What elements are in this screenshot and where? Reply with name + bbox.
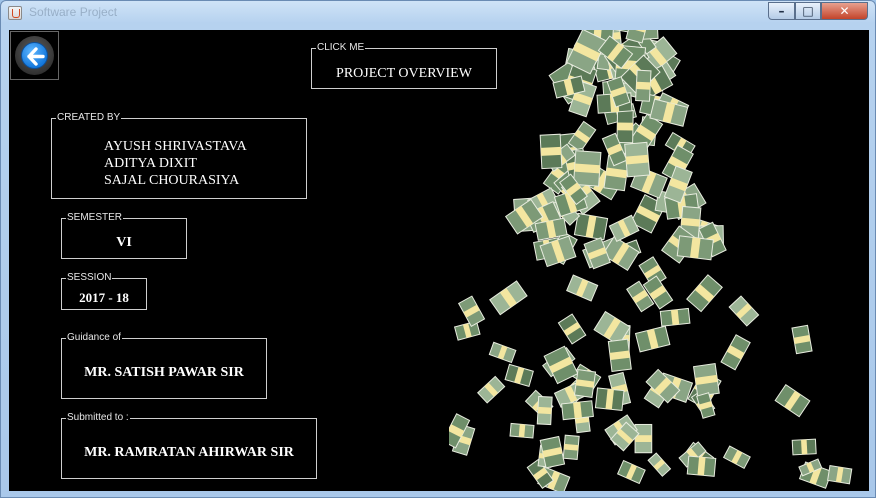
main-panel: CLICK ME PROJECT OVERVIEW CREATED BY AYU…: [9, 30, 869, 491]
session-group: SESSION 2017 - 18: [61, 272, 147, 310]
java-app-icon: [8, 6, 22, 20]
semester-group: SEMESTER VI: [61, 212, 187, 259]
submitted-to-name: MR. RAMRATAN AHIRWAR SIR: [84, 445, 294, 460]
creator-name: ADITYA DIXIT: [104, 156, 197, 171]
falling-money-image: [449, 30, 853, 491]
guidance-name: MR. SATISH PAWAR SIR: [84, 365, 244, 380]
title-bar[interactable]: Software Project – □ ✕: [1, 1, 875, 25]
window-title: Software Project: [29, 5, 118, 19]
submitted-to-legend: Submitted to :: [66, 412, 130, 424]
creator-name: AYUSH SHRIVASTAVA: [104, 139, 247, 154]
session-value: 2017 - 18: [79, 290, 129, 305]
back-arrow-icon: [15, 36, 54, 75]
semester-value: VI: [116, 235, 132, 250]
creator-name: SAJAL CHOURASIYA: [104, 173, 240, 188]
application-window: Software Project – □ ✕ CLICK ME PROJECT …: [0, 0, 876, 498]
submitted-to-group: Submitted to : MR. RAMRATAN AHIRWAR SIR: [61, 412, 317, 479]
project-overview-label: PROJECT OVERVIEW: [336, 66, 472, 81]
back-button[interactable]: [10, 31, 59, 80]
semester-legend: SEMESTER: [66, 212, 124, 224]
close-button[interactable]: ✕: [821, 2, 868, 20]
created-by-legend: CREATED BY: [56, 112, 122, 124]
guidance-group: Guidance of MR. SATISH PAWAR SIR: [61, 332, 267, 399]
overview-legend: CLICK ME: [316, 42, 366, 54]
minimize-button[interactable]: –: [768, 2, 795, 20]
created-by-group: CREATED BY AYUSH SHRIVASTAVA ADITYA DIXI…: [51, 112, 307, 199]
maximize-button[interactable]: □: [795, 2, 821, 20]
session-legend: SESSION: [66, 272, 113, 284]
project-overview-button[interactable]: CLICK ME PROJECT OVERVIEW: [311, 42, 497, 89]
guidance-legend: Guidance of: [66, 332, 122, 344]
